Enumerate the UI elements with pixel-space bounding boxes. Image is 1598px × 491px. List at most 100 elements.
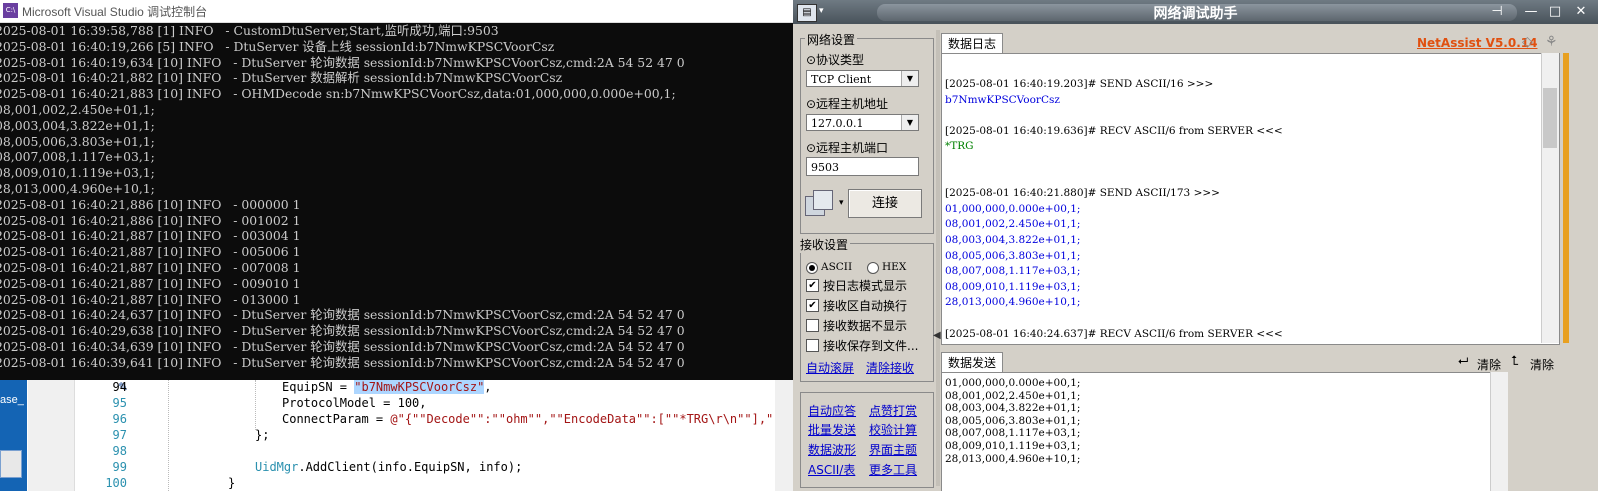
console-line: 2025-08-01 16:40:21,887 [10] INFO - 0030…: [0, 228, 301, 244]
console-line: 2025-08-01 16:40:21,887 [10] INFO - 0090…: [0, 275, 301, 291]
editor-glyph-margin: [28, 380, 75, 491]
log-lines: [2025-08-01 16:40:19.203]# SEND ASCII/16…: [945, 77, 1283, 342]
tab-data-send[interactable]: 数据发送: [941, 352, 1004, 372]
host-select[interactable]: 127.0.0.1 ▼: [806, 114, 919, 131]
port-label: ⊙远程主机端口: [806, 141, 889, 155]
receive-log-area[interactable]: [2025-08-01 16:40:19.203]# SEND ASCII/16…: [941, 53, 1560, 345]
clear-receive-link[interactable]: 清除接收: [866, 359, 914, 376]
app-title: 网络调试助手: [1153, 6, 1238, 22]
console-line: 2025-08-01 16:40:24,637 [10] INFO - DtuS…: [0, 307, 685, 323]
send-button-area: [1511, 372, 1598, 491]
theme-link[interactable]: 界面主题: [869, 441, 917, 458]
send-scrollbar[interactable]: [1490, 372, 1508, 491]
console-line: 28,013,000,4.960e+10,1;: [0, 180, 155, 196]
log-mode-checkbox[interactable]: ✔: [806, 279, 819, 292]
diamond-icon[interactable]: ◇: [1522, 34, 1533, 50]
send-line: 01,000,000,0.000e+00,1;: [945, 377, 1081, 389]
brand-link[interactable]: NetAssist V5.0.14: [1417, 36, 1537, 50]
hex-label: HEX: [882, 261, 907, 273]
batch-send-link[interactable]: 批量发送: [808, 421, 856, 438]
netassist-window: ▤ ▾ 网络调试助手 ⊣ — □ ✕ 网络设置 ⊙协议类型 TCP Client…: [793, 0, 1598, 491]
minimize-icon[interactable]: —: [1521, 4, 1541, 20]
checksum-link[interactable]: 校验计算: [869, 421, 917, 438]
code-line-96[interactable]: ConnectParam = @"{""Decode"":""ohm"",""E…: [282, 412, 793, 426]
line-number: 95: [112, 396, 127, 410]
log-line: 08,003,004,3.822e+01,1;: [945, 233, 1081, 246]
log-line: 28,013,000,4.960e+10,1;: [945, 296, 1081, 309]
console-line: 2025-08-01 16:40:39,641 [10] INFO - DtuS…: [0, 354, 685, 370]
code-line-100[interactable]: }: [228, 476, 235, 490]
line-number: 99: [112, 460, 127, 474]
side-handle[interactable]: [1563, 53, 1569, 343]
hide-data-checkbox[interactable]: [806, 319, 819, 332]
code-editor[interactable]: ase_ ✎ 94 95 96 97 98 99 100 EquipSN = "…: [0, 380, 793, 491]
chevron-down-icon[interactable]: ▾: [839, 198, 844, 208]
console-line: 08,001,002,2.450e+01,1;: [0, 101, 155, 117]
network-icon[interactable]: [805, 190, 833, 216]
console-line: 2025-08-01 16:40:21,882 [10] INFO - DtuS…: [0, 70, 563, 86]
console-titlebar[interactable]: C:\ Microsoft Visual Studio 调试控制台: [0, 0, 793, 23]
log-mode-label: 按日志模式显示: [823, 279, 908, 293]
indent-guide: [168, 380, 170, 491]
receive-settings-label: 接收设置: [798, 236, 851, 253]
auto-reply-link[interactable]: 自动应答: [808, 402, 856, 419]
pin-icon[interactable]: ⊣: [1487, 4, 1507, 20]
line-number: 98: [112, 444, 127, 458]
ascii-radio[interactable]: [806, 262, 818, 274]
port-input[interactable]: 9503: [806, 157, 919, 176]
debug-console-window: C:\ Microsoft Visual Studio 调试控制台 2025-0…: [0, 0, 793, 380]
tab-data-log[interactable]: 数据日志: [941, 33, 1004, 53]
console-line: 08,007,008,1.117e+03,1;: [0, 149, 155, 165]
chevron-down-icon[interactable]: ▼: [901, 115, 918, 130]
send-input-area[interactable]: 01,000,000,0.000e+00,1; 08,001,002,2.450e…: [941, 372, 1492, 491]
maximize-icon[interactable]: □: [1545, 4, 1565, 20]
desktop-label: ase_: [0, 394, 24, 406]
send-line: 08,005,006,3.803e+01,1;: [945, 414, 1081, 427]
log-line: *TRG: [945, 140, 974, 153]
save-file-label: 接收保存到文件...: [823, 339, 919, 353]
clear-send-button[interactable]: 清除: [1477, 356, 1501, 373]
clear-history-icon[interactable]: ⮤: [1511, 354, 1519, 369]
console-line: 2025-08-01 16:40:21,883 [10] INFO - OHMD…: [0, 86, 676, 102]
code-line-94[interactable]: EquipSN = "b7NmwKPSCVoorCsz",: [282, 380, 492, 394]
indent-guide: [255, 380, 257, 430]
log-line: [2025-08-01 16:40:19.636]# RECV ASCII/6 …: [945, 124, 1283, 137]
log-scrollbar[interactable]: [1541, 53, 1559, 343]
waveform-link[interactable]: 数据波形: [808, 441, 856, 458]
netassist-titlebar[interactable]: ▤ ▾ 网络调试助手 ⊣ — □ ✕: [793, 0, 1598, 24]
line-number: 97: [112, 428, 127, 442]
console-line: 08,009,010,1.119e+03,1;: [0, 165, 155, 181]
save-file-checkbox[interactable]: [806, 339, 819, 352]
ascii-table-link[interactable]: ASCII/表: [808, 461, 855, 478]
console-line: 2025-08-01 16:40:21,887 [10] INFO - 0070…: [0, 259, 301, 275]
send-line: 08,007,008,1.117e+03,1;: [945, 427, 1081, 440]
console-line: 2025-08-01 16:40:19,634 [10] INFO - DtuS…: [0, 54, 685, 70]
line-number: 96: [112, 412, 127, 426]
auto-wrap-checkbox[interactable]: ✔: [806, 299, 819, 312]
code-line-97[interactable]: };: [255, 428, 269, 442]
console-line: 08,005,006,3.803e+01,1;: [0, 133, 155, 149]
close-icon[interactable]: ✕: [1571, 4, 1591, 20]
splitter[interactable]: [936, 30, 940, 486]
desktop-file-icon[interactable]: [0, 450, 22, 478]
hex-radio[interactable]: [867, 262, 879, 274]
protocol-select[interactable]: TCP Client ▼: [806, 70, 919, 87]
auto-scroll-link[interactable]: 自动滚屏: [806, 359, 854, 376]
code-line-95[interactable]: ProtocolModel = 100,: [282, 396, 427, 410]
console-line: 2025-08-01 16:40:19,266 [5] INFO - DtuSe…: [0, 38, 555, 54]
editor-scrollbar[interactable]: [775, 380, 793, 491]
leaf-icon[interactable]: ⚘: [1545, 34, 1558, 50]
more-tools-link[interactable]: 更多工具: [869, 461, 917, 478]
send-line: 08,003,004,3.822e+01,1;: [945, 402, 1081, 415]
code-line-99[interactable]: UidMgr.AddClient(info.EquipSN, info);: [255, 460, 522, 474]
tip-link[interactable]: 点赞打赏: [869, 402, 917, 419]
log-line: 08,009,010,1.119e+03,1;: [945, 280, 1081, 293]
chevron-down-icon[interactable]: ▼: [901, 71, 918, 86]
clear-send-icon[interactable]: ⮠: [1458, 354, 1468, 369]
collapse-arrow-icon[interactable]: ◀: [933, 330, 941, 341]
clear-history-button[interactable]: 清除: [1530, 356, 1554, 373]
connect-button[interactable]: 连接: [848, 189, 922, 218]
